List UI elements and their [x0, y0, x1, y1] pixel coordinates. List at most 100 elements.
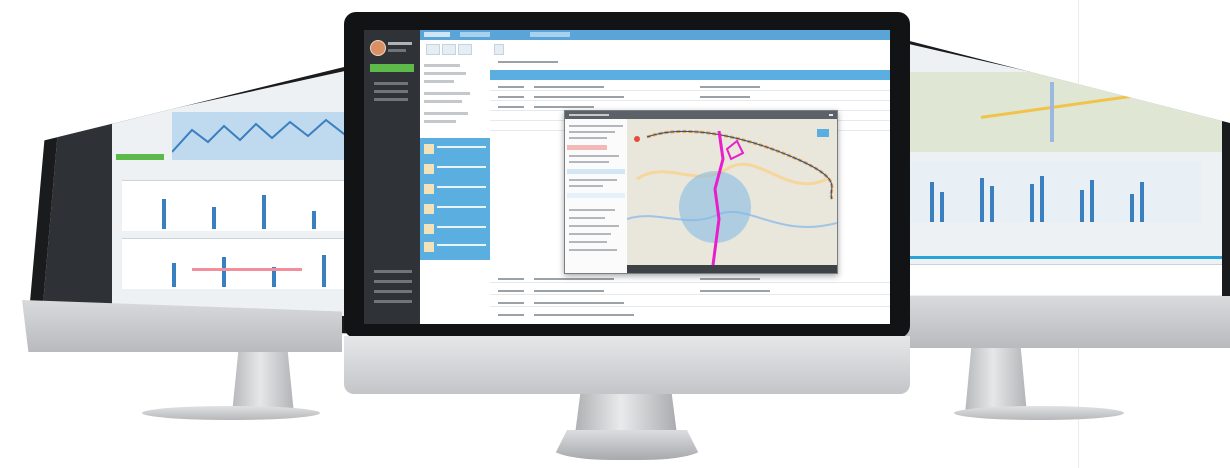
map-popup-footer — [627, 265, 837, 273]
sidebar-item[interactable] — [374, 82, 408, 85]
toolbar-button[interactable] — [458, 44, 472, 55]
left-monitor-stand — [232, 352, 294, 414]
alert-row[interactable] — [567, 145, 607, 150]
table-cell — [498, 302, 524, 304]
table-cell — [498, 86, 524, 88]
list-item-label — [437, 186, 486, 188]
bar — [980, 178, 984, 222]
list-item[interactable] — [424, 92, 470, 95]
list-item[interactable] — [424, 112, 468, 115]
app-toolbar — [420, 40, 890, 57]
table-cell — [534, 106, 594, 108]
table-cell — [498, 278, 524, 280]
detail-row — [569, 225, 619, 227]
detail-row — [569, 161, 609, 163]
search-field[interactable] — [567, 169, 625, 174]
vehicle-icon — [424, 204, 434, 214]
table-cell — [534, 314, 634, 316]
sidebar-item[interactable] — [374, 90, 408, 93]
sidebar-footer-item[interactable] — [374, 300, 412, 303]
right-monitor — [890, 0, 1230, 468]
list-item[interactable] — [424, 100, 462, 103]
list-item[interactable] — [424, 64, 460, 67]
user-name-placeholder — [388, 42, 412, 45]
sidebar-item-active[interactable] — [370, 64, 414, 72]
right-screen-map — [900, 72, 1222, 152]
time-slider[interactable] — [567, 193, 625, 198]
detail-row — [569, 241, 607, 243]
start-marker-icon[interactable] — [634, 136, 640, 142]
detail-row — [569, 209, 615, 211]
table-row[interactable] — [490, 100, 890, 101]
bar — [262, 195, 266, 229]
bar — [312, 211, 316, 229]
center-monitor-screen — [364, 30, 890, 324]
table-row[interactable] — [490, 306, 890, 307]
vehicle-icon — [424, 164, 434, 174]
table-cell — [498, 314, 524, 316]
table-caption — [498, 61, 558, 63]
table-header — [490, 70, 890, 80]
left-screen-active-nav-item — [116, 154, 164, 160]
tab-1[interactable] — [424, 32, 450, 37]
bar — [1030, 184, 1034, 222]
table-row[interactable] — [490, 90, 890, 91]
right-monitor-base — [954, 406, 1124, 420]
selected-group[interactable] — [420, 138, 490, 260]
tab-2[interactable] — [460, 32, 490, 37]
map-svg — [627, 119, 837, 265]
tab-3[interactable] — [530, 32, 570, 37]
sidebar-footer-item[interactable] — [374, 280, 412, 283]
object-list — [420, 56, 491, 324]
bar — [1130, 194, 1134, 222]
map-zoom-control[interactable] — [817, 129, 829, 137]
table-cell — [498, 106, 524, 108]
table-cell — [700, 278, 760, 280]
table-cell — [534, 278, 614, 280]
vehicle-icon — [424, 224, 434, 234]
right-screen-table — [900, 264, 1222, 295]
sidebar-footer-item[interactable] — [374, 270, 412, 273]
bar — [322, 255, 326, 287]
right-monitor-stand — [965, 348, 1027, 414]
toolbar-button[interactable] — [442, 44, 456, 55]
user-avatar[interactable] — [370, 40, 386, 56]
detail-row — [569, 185, 603, 187]
list-item[interactable] — [424, 120, 456, 123]
detail-row — [569, 233, 611, 235]
detail-row — [569, 155, 619, 157]
table-row[interactable] — [490, 282, 890, 283]
bar — [990, 186, 994, 222]
table-cell — [534, 290, 604, 292]
bar — [1080, 190, 1084, 222]
table-cell — [498, 290, 524, 292]
bar — [1040, 176, 1044, 222]
detail-row — [569, 137, 607, 139]
table-row[interactable] — [490, 294, 890, 295]
map-road — [980, 88, 1180, 119]
vehicle-icon — [424, 242, 434, 252]
map-popup-titlebar[interactable] — [565, 111, 837, 119]
list-item[interactable] — [424, 80, 454, 83]
toolbar-button[interactable] — [494, 44, 504, 55]
map-popup-window[interactable] — [564, 110, 838, 274]
user-role-placeholder — [388, 49, 406, 52]
table-cell — [700, 86, 760, 88]
table-cell — [700, 290, 770, 292]
list-item-label — [437, 206, 486, 208]
list-item-label — [437, 226, 486, 228]
close-icon[interactable] — [829, 114, 833, 116]
bar — [930, 182, 934, 222]
sidebar-footer-item[interactable] — [374, 290, 412, 293]
table-cell — [700, 96, 750, 98]
sidebar-item[interactable] — [374, 98, 408, 101]
list-item-label — [437, 146, 486, 148]
right-screen-progress-line — [900, 256, 1222, 259]
map-popup-details — [565, 119, 628, 273]
list-item[interactable] — [424, 72, 466, 75]
toolbar-button[interactable] — [426, 44, 440, 55]
geofence-zone[interactable] — [679, 171, 751, 243]
detail-row — [569, 131, 615, 133]
map-view[interactable] — [627, 119, 837, 265]
list-item-label — [437, 244, 486, 246]
